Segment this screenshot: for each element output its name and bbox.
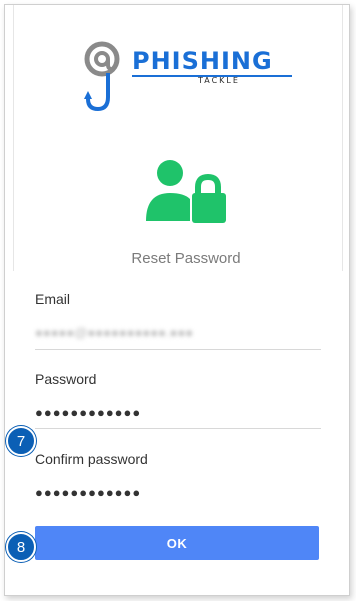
step-badge-8: 8 bbox=[6, 532, 36, 562]
reset-password-dialog: PHISHING TACKLE Reset Password Email ●●●… bbox=[4, 4, 350, 596]
phishing-tackle-logo: PHISHING TACKLE bbox=[78, 39, 298, 119]
ok-button[interactable]: OK bbox=[35, 526, 319, 560]
password-field[interactable]: ●●●●●●●●●●●● bbox=[35, 405, 141, 420]
email-underline bbox=[35, 349, 321, 350]
header-panel: PHISHING TACKLE Reset Password bbox=[13, 5, 343, 271]
at-hook-icon bbox=[84, 41, 120, 112]
email-field[interactable]: ●●●●●@●●●●●●●●●●.●●● bbox=[35, 325, 193, 340]
email-label: Email bbox=[35, 291, 71, 307]
step-badge-7: 7 bbox=[6, 426, 36, 456]
page-title: Reset Password bbox=[131, 250, 241, 267]
confirm-password-field[interactable]: ●●●●●●●●●●●● bbox=[35, 485, 141, 500]
logo-sub-text: TACKLE bbox=[198, 76, 240, 85]
user-lock-icon bbox=[146, 160, 226, 223]
password-label: Password bbox=[35, 371, 97, 387]
password-underline bbox=[35, 428, 321, 429]
confirm-password-label: Confirm password bbox=[35, 451, 148, 467]
logo-brand-text: PHISHING bbox=[132, 47, 273, 75]
